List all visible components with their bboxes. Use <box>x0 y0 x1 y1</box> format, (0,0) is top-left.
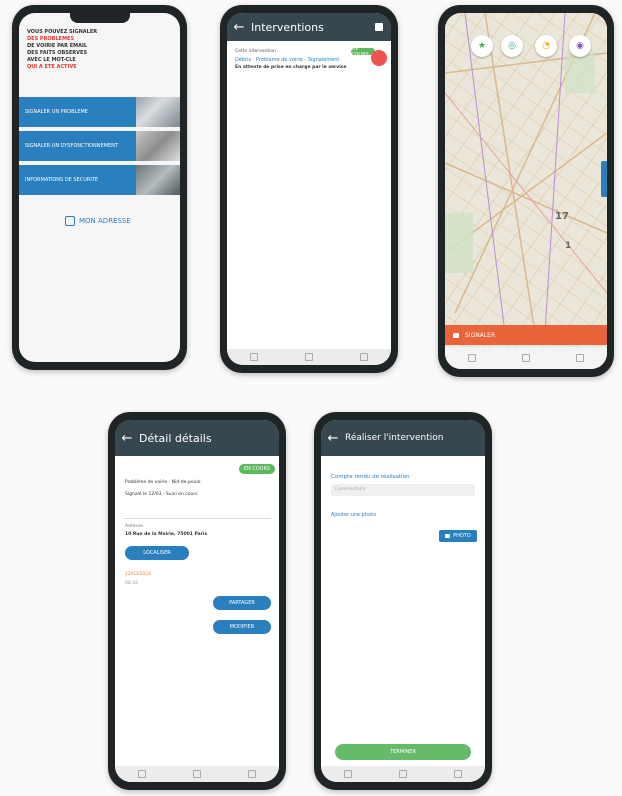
location-icon <box>65 216 75 226</box>
nav-home-icon[interactable] <box>192 770 201 778</box>
back-arrow-icon[interactable]: ← <box>321 431 345 446</box>
intro-line: AVEC LE MOT-CLE <box>27 57 76 63</box>
map-screen: 17 1 ★ ◎ ◔ ◉ SIGNALER <box>445 13 607 369</box>
app-bar: ← Réaliser l'intervention <box>321 420 485 456</box>
page-title: Réaliser l'intervention <box>345 433 444 443</box>
system-nav-bar <box>227 349 391 365</box>
address-text: 10 Rue de la Mairie, 75001 Paris <box>125 532 208 537</box>
report-banner[interactable]: SIGNALER <box>445 325 607 345</box>
tile-label: SIGNALER UN DYSFONCTIONNEMENT <box>25 143 118 149</box>
notch <box>69 13 130 23</box>
system-nav-bar <box>445 347 607 369</box>
tile-security[interactable]: INFORMATIONS DE SECURITE <box>19 165 139 195</box>
banner-label: SIGNALER <box>465 331 496 339</box>
back-arrow-icon[interactable]: ← <box>227 20 251 35</box>
card-body: En attente de prise en charge par le ser… <box>235 65 347 70</box>
tile-image <box>136 165 180 195</box>
locate-button[interactable]: LOCALISER <box>125 546 189 560</box>
divider <box>123 518 271 519</box>
comment-field[interactable]: Commentaire <box>331 484 475 496</box>
button-label: TERMINER <box>390 749 416 755</box>
close-fab-icon[interactable] <box>371 50 387 66</box>
layers-icon[interactable]: ◉ <box>569 35 591 57</box>
card-subtitle: Cette intervention <box>235 49 277 54</box>
status-badge: EN COURS <box>239 464 275 474</box>
button-label: PARTAGER <box>229 600 255 606</box>
date-text: 12/03/2024 <box>125 572 151 577</box>
comment-label: Compte rendu de réalisation <box>331 474 410 480</box>
phone-home: VOUS POUVEZ SIGNALER DES PROBLEMES DE VO… <box>12 5 187 370</box>
intro-line: VOUS POUVEZ SIGNALER <box>27 29 98 35</box>
address-link-label: MON ADRESSE <box>79 217 131 225</box>
nav-recent-icon[interactable] <box>453 770 462 778</box>
nav-recent-icon[interactable] <box>576 354 584 362</box>
nav-back-icon[interactable] <box>138 770 147 778</box>
intro-line: DE VOIRIE PAR EMAIL <box>27 43 88 49</box>
photo-label: Ajouter une photo <box>331 512 377 518</box>
intro-text: VOUS POUVEZ SIGNALER DES PROBLEMES DE VO… <box>27 29 97 71</box>
card-title: Débris : Problème de voirie - Signalemen… <box>235 57 340 63</box>
detail-line: Signalé le 12/03 - Suivi en cours <box>125 492 198 497</box>
phone-map: 17 1 ★ ◎ ◔ ◉ SIGNALER <box>438 5 614 377</box>
map-label: 1 <box>565 241 572 251</box>
photo-button[interactable]: PHOTO <box>439 530 477 542</box>
address-link[interactable]: MON ADRESSE <box>65 216 131 226</box>
nav-home-icon[interactable] <box>522 354 530 362</box>
tile-label: SIGNALER UN PROBLEME <box>25 109 88 115</box>
phone-complete: ← Réaliser l'intervention Compte rendu d… <box>314 412 492 790</box>
intro-line: DES FAITS OBSERVES <box>27 50 88 56</box>
map-label: 17 <box>555 211 569 222</box>
camera-icon <box>445 534 451 538</box>
time-text: 08:42 <box>125 581 138 586</box>
nav-recent-icon[interactable] <box>359 353 368 361</box>
button-label: PHOTO <box>453 533 471 539</box>
filter-icon[interactable]: ◔ <box>535 35 557 57</box>
nav-back-icon[interactable] <box>468 354 476 362</box>
chat-icon <box>453 332 459 338</box>
intervention-card[interactable]: Cette intervention EN COURS Débris : Pro… <box>233 45 387 85</box>
nav-home-icon[interactable] <box>304 353 313 361</box>
phone-detail: ← Détail détails EN COURS Problème de vo… <box>108 412 286 790</box>
edit-button[interactable]: MODIFIER <box>213 620 271 634</box>
app-bar: ← Interventions <box>227 13 391 41</box>
button-label: LOCALISER <box>143 550 171 556</box>
system-nav-bar <box>321 766 485 782</box>
share-button[interactable]: PARTAGER <box>213 596 271 610</box>
nav-recent-icon[interactable] <box>247 770 256 778</box>
map-roads <box>445 13 607 333</box>
nav-back-icon[interactable] <box>344 770 353 778</box>
map-icon[interactable] <box>375 23 383 31</box>
page-title: Interventions <box>251 20 324 34</box>
target-icon[interactable]: ◎ <box>501 35 523 57</box>
intro-line: DES PROBLEMES <box>27 36 75 42</box>
tile-malfunction[interactable]: SIGNALER UN DYSFONCTIONNEMENT <box>19 131 139 161</box>
phone-interventions: ← Interventions Cette intervention EN CO… <box>220 5 398 373</box>
tile-label: INFORMATIONS DE SECURITE <box>25 177 99 183</box>
comment-placeholder: Commentaire <box>335 487 366 492</box>
system-nav-bar <box>115 766 279 782</box>
tile-image <box>136 131 180 161</box>
intro-line: QUI A ETE ACTIVE <box>27 64 77 70</box>
tile-image <box>136 97 180 127</box>
complete-screen: ← Réaliser l'intervention Compte rendu d… <box>321 420 485 782</box>
side-handle[interactable] <box>601 161 607 197</box>
finish-button[interactable]: TERMINER <box>335 744 471 760</box>
section-label: Adresse <box>125 524 143 529</box>
app-bar: ← Détail détails <box>115 420 279 456</box>
home-screen: VOUS POUVEZ SIGNALER DES PROBLEMES DE VO… <box>19 13 180 362</box>
tile-report[interactable]: SIGNALER UN PROBLEME <box>19 97 139 127</box>
back-arrow-icon[interactable]: ← <box>115 431 139 446</box>
star-icon[interactable]: ★ <box>471 35 493 57</box>
interventions-screen: ← Interventions Cette intervention EN CO… <box>227 13 391 365</box>
detail-line: Problème de voirie - Nid-de-poule <box>125 480 201 485</box>
detail-screen: ← Détail détails EN COURS Problème de vo… <box>115 420 279 782</box>
city-map[interactable]: 17 1 <box>445 13 607 369</box>
nav-back-icon[interactable] <box>250 353 259 361</box>
button-label: MODIFIER <box>229 624 255 630</box>
page-title: Détail détails <box>139 431 212 445</box>
nav-home-icon[interactable] <box>398 770 407 778</box>
